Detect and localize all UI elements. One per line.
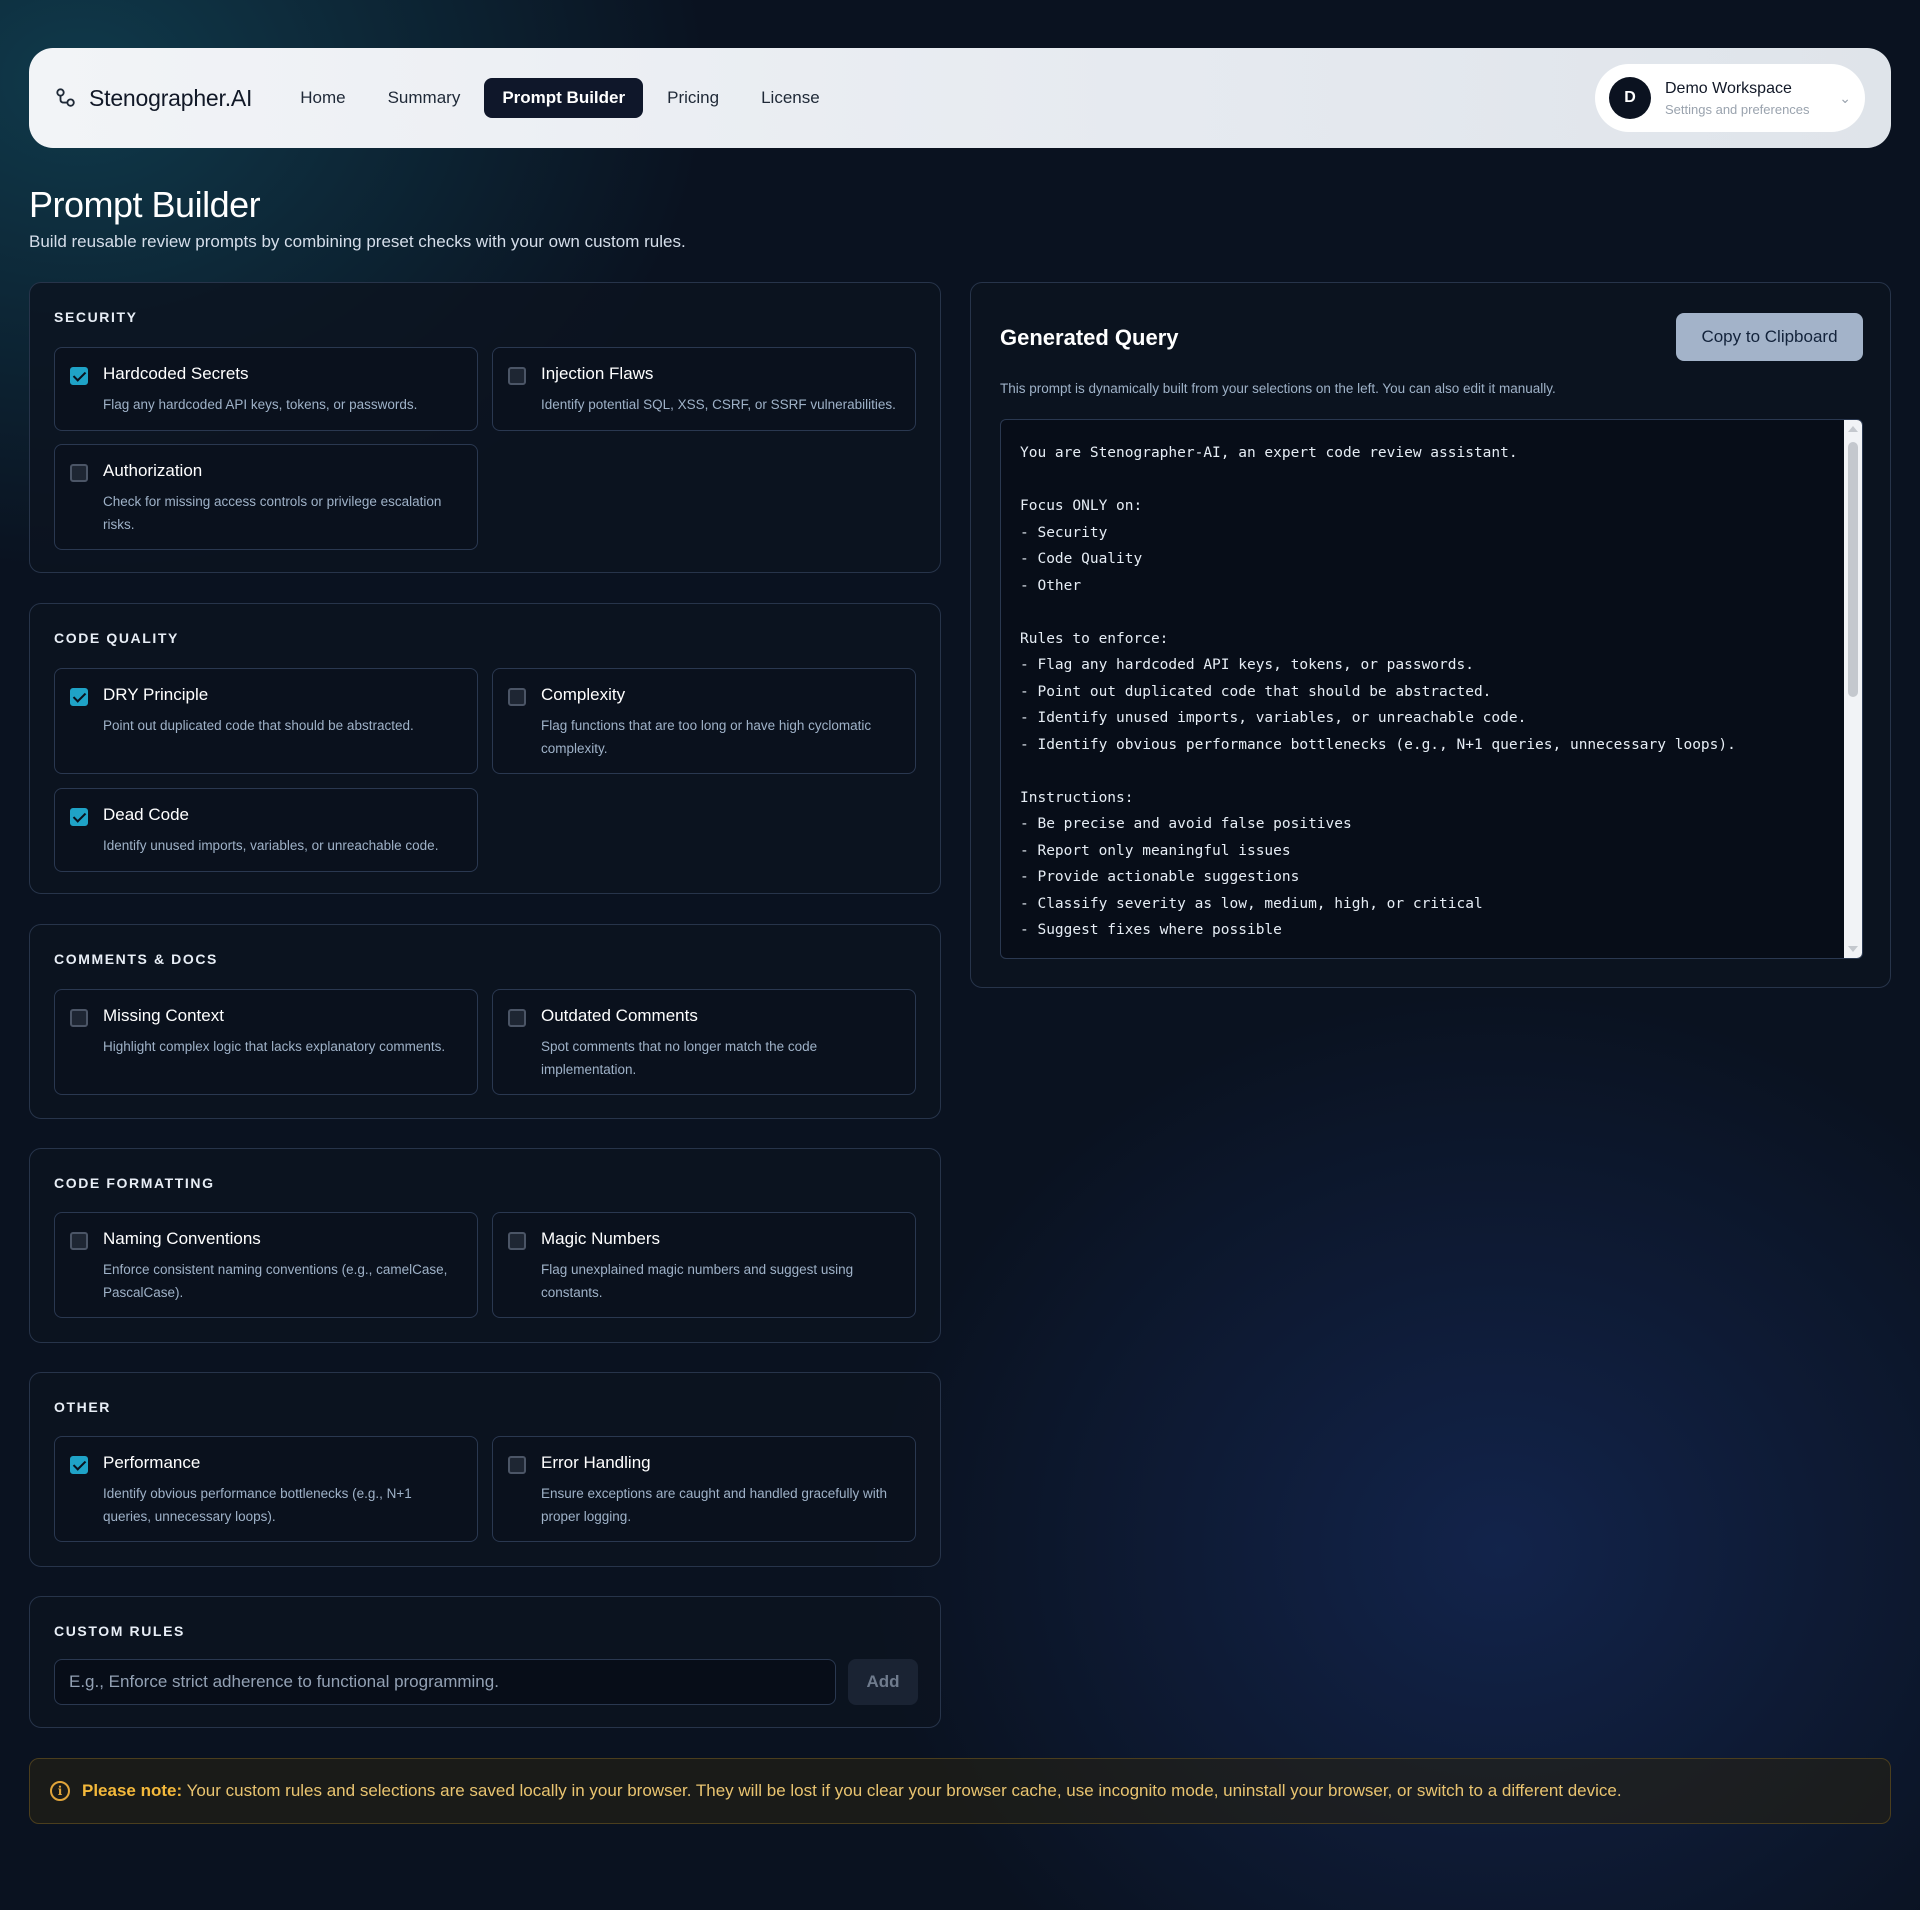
workspace-title: Demo Workspace bbox=[1665, 79, 1792, 97]
checkbox[interactable] bbox=[70, 1232, 88, 1250]
option-naming-conventions[interactable]: Naming Conventions Enforce consistent na… bbox=[54, 1212, 478, 1318]
nav-summary[interactable]: Summary bbox=[370, 78, 479, 118]
top-navbar: Stenographer.AI Home Summary Prompt Buil… bbox=[29, 48, 1891, 148]
option-title: Missing Context bbox=[103, 1006, 224, 1025]
custom-rule-input[interactable] bbox=[54, 1659, 836, 1705]
option-description: Flag functions that are too long or have… bbox=[541, 718, 872, 756]
generated-query-title: Generated Query bbox=[1000, 325, 1179, 350]
option-title: DRY Principle bbox=[103, 685, 209, 704]
section-security: SECURITY Hardcoded Secrets Flag any hard… bbox=[29, 282, 941, 573]
brand-logo-icon bbox=[56, 88, 75, 107]
section-title: COMMENTS & DOCS bbox=[54, 951, 218, 967]
section-title: SECURITY bbox=[54, 309, 138, 325]
workspace-menu[interactable]: D Demo Workspace Settings and preference… bbox=[1595, 64, 1865, 132]
option-title: Error Handling bbox=[541, 1453, 651, 1472]
checkbox[interactable] bbox=[70, 1456, 88, 1474]
checkbox[interactable] bbox=[508, 1009, 526, 1027]
section-code-formatting: CODE FORMATTING Naming Conventions Enfor… bbox=[29, 1148, 941, 1343]
nav-home[interactable]: Home bbox=[282, 78, 363, 118]
option-description: Flag unexplained magic numbers and sugge… bbox=[541, 1262, 854, 1300]
option-missing-context[interactable]: Missing Context Highlight complex logic … bbox=[54, 989, 478, 1095]
checkbox[interactable] bbox=[70, 464, 88, 482]
option-complexity[interactable]: Complexity Flag functions that are too l… bbox=[492, 668, 916, 774]
option-description: Check for missing access controls or pri… bbox=[103, 494, 442, 532]
nav-license[interactable]: License bbox=[743, 78, 838, 118]
option-dead-code[interactable]: Dead Code Identify unused imports, varia… bbox=[54, 788, 478, 872]
checkbox[interactable] bbox=[70, 808, 88, 826]
page-title: Prompt Builder bbox=[29, 184, 261, 225]
copy-to-clipboard-button[interactable]: Copy to Clipboard bbox=[1676, 313, 1863, 361]
brand[interactable]: Stenographer.AI bbox=[55, 85, 252, 112]
checkbox[interactable] bbox=[70, 688, 88, 706]
brand-name: Stenographer.AI bbox=[89, 84, 253, 111]
checkbox[interactable] bbox=[508, 1456, 526, 1474]
section-title: OTHER bbox=[54, 1399, 111, 1415]
scroll-down-arrow-icon[interactable] bbox=[1848, 946, 1858, 952]
nav-prompt-builder[interactable]: Prompt Builder bbox=[484, 78, 644, 118]
option-hardcoded-secrets[interactable]: Hardcoded Secrets Flag any hardcoded API… bbox=[54, 347, 478, 431]
chevron-down-icon: ⌄ bbox=[1839, 89, 1851, 106]
nav-pricing[interactable]: Pricing bbox=[649, 78, 737, 118]
option-title: Injection Flaws bbox=[541, 364, 654, 383]
option-description: Highlight complex logic that lacks expla… bbox=[103, 1039, 446, 1054]
scroll-thumb[interactable] bbox=[1848, 442, 1858, 697]
option-title: Hardcoded Secrets bbox=[103, 364, 249, 383]
option-title: Authorization bbox=[103, 461, 203, 480]
option-authorization[interactable]: Authorization Check for missing access c… bbox=[54, 444, 478, 550]
option-description: Identify unused imports, variables, or u… bbox=[103, 838, 439, 853]
option-description: Enforce consistent naming conventions (e… bbox=[103, 1262, 448, 1300]
query-text[interactable]: You are Stenographer-AI, an expert code … bbox=[1020, 440, 1834, 944]
generated-query-description: This prompt is dynamically built from yo… bbox=[1000, 381, 1556, 396]
add-rule-button[interactable]: Add bbox=[848, 1659, 918, 1705]
checkbox[interactable] bbox=[508, 1232, 526, 1250]
local-storage-note: i Please note: Your custom rules and sel… bbox=[29, 1758, 1891, 1824]
generated-query-panel: Generated Query Copy to Clipboard This p… bbox=[970, 282, 1891, 988]
query-editor[interactable]: You are Stenographer-AI, an expert code … bbox=[1000, 419, 1863, 959]
workspace-subtitle: Settings and preferences bbox=[1665, 101, 1810, 117]
section-other: OTHER Performance Identify obvious perfo… bbox=[29, 1372, 941, 1567]
main-nav: Home Summary Prompt Builder Pricing Lice… bbox=[282, 78, 837, 118]
checkbox[interactable] bbox=[508, 688, 526, 706]
option-description: Identify potential SQL, XSS, CSRF, or SS… bbox=[541, 397, 896, 412]
note-label: Please note: bbox=[82, 1781, 183, 1800]
option-title: Magic Numbers bbox=[541, 1229, 661, 1248]
option-injection-flaws[interactable]: Injection Flaws Identify potential SQL, … bbox=[492, 347, 916, 431]
section-title: CODE FORMATTING bbox=[54, 1175, 215, 1191]
option-error-handling[interactable]: Error Handling Ensure exceptions are cau… bbox=[492, 1436, 916, 1542]
section-title: CUSTOM RULES bbox=[54, 1623, 185, 1639]
checkbox[interactable] bbox=[70, 367, 88, 385]
checkbox[interactable] bbox=[508, 367, 526, 385]
section-custom-rules: CUSTOM RULES Add bbox=[29, 1596, 941, 1728]
option-performance[interactable]: Performance Identify obvious performance… bbox=[54, 1436, 478, 1542]
option-magic-numbers[interactable]: Magic Numbers Flag unexplained magic num… bbox=[492, 1212, 916, 1318]
note-text: Please note: Your custom rules and selec… bbox=[82, 1781, 1622, 1801]
checkbox[interactable] bbox=[70, 1009, 88, 1027]
section-comments-docs: COMMENTS & DOCS Missing Context Highligh… bbox=[29, 924, 941, 1119]
scroll-up-arrow-icon[interactable] bbox=[1848, 426, 1858, 432]
option-title: Outdated Comments bbox=[541, 1006, 698, 1025]
option-description: Spot comments that no longer match the c… bbox=[541, 1039, 818, 1077]
section-code-quality: CODE QUALITY DRY Principle Point out dup… bbox=[29, 603, 941, 894]
option-title: Complexity bbox=[541, 685, 626, 704]
option-description: Flag any hardcoded API keys, tokens, or … bbox=[103, 397, 418, 412]
option-title: Performance bbox=[103, 1453, 201, 1472]
option-description: Point out duplicated code that should be… bbox=[103, 718, 414, 733]
option-outdated-comments[interactable]: Outdated Comments Spot comments that no … bbox=[492, 989, 916, 1095]
query-scrollbar[interactable] bbox=[1844, 420, 1862, 958]
info-icon: i bbox=[50, 1781, 70, 1801]
option-description: Identify obvious performance bottlenecks… bbox=[103, 1486, 412, 1524]
option-title: Naming Conventions bbox=[103, 1229, 261, 1248]
option-title: Dead Code bbox=[103, 805, 190, 824]
option-dry-principle[interactable]: DRY Principle Point out duplicated code … bbox=[54, 668, 478, 774]
page-subtitle: Build reusable review prompts by combini… bbox=[29, 232, 686, 251]
note-body: Your custom rules and selections are sav… bbox=[182, 1781, 1622, 1800]
section-title: CODE QUALITY bbox=[54, 630, 179, 646]
option-description: Ensure exceptions are caught and handled… bbox=[541, 1486, 887, 1524]
avatar: D bbox=[1609, 77, 1651, 119]
